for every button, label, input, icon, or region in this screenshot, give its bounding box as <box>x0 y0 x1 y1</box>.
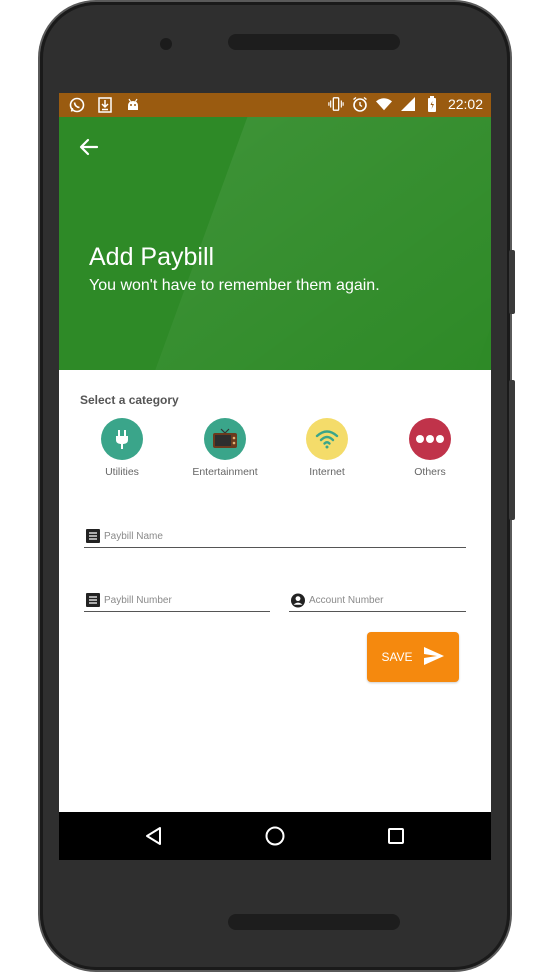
signal-icon <box>400 95 416 113</box>
category-internet[interactable]: Internet <box>282 418 372 478</box>
category-utilities[interactable]: Utilities <box>77 418 167 478</box>
recents-nav-icon[interactable] <box>384 824 408 848</box>
send-icon <box>423 646 445 669</box>
page-title: Add Paybill <box>89 243 215 271</box>
power-button <box>509 250 515 314</box>
back-arrow-icon[interactable] <box>77 135 101 159</box>
category-label: Internet <box>309 466 345 478</box>
paybill-name-input[interactable] <box>104 530 466 542</box>
bottom-speaker <box>228 914 400 930</box>
navigation-bar <box>59 812 491 860</box>
paybill-name-field[interactable] <box>84 525 466 548</box>
status-bar: 22:02 <box>59 93 491 117</box>
list-icon <box>86 593 100 607</box>
wifi-status-icon <box>375 95 392 113</box>
vibrate-icon <box>328 95 344 113</box>
page-subtitle: You won't have to remember them again. <box>89 277 380 294</box>
category-others[interactable]: Others <box>385 418 475 478</box>
status-time: 22:02 <box>447 96 483 112</box>
account-number-input[interactable] <box>309 594 466 606</box>
front-camera <box>160 38 172 50</box>
home-nav-icon[interactable] <box>263 824 287 848</box>
whatsapp-icon <box>69 96 85 114</box>
battery-icon <box>424 95 440 113</box>
top-speaker <box>228 34 400 50</box>
category-label: Others <box>414 466 446 478</box>
header: Add Paybill You won't have to remember t… <box>59 117 491 370</box>
save-button[interactable]: SAVE <box>367 632 459 682</box>
alarm-icon <box>352 95 368 113</box>
wifi-icon <box>306 418 348 460</box>
category-entertainment[interactable]: Entertainment <box>180 418 270 478</box>
paybill-number-field[interactable] <box>84 589 270 612</box>
android-icon <box>125 96 141 114</box>
category-label: Entertainment <box>192 466 258 478</box>
plug-icon <box>101 418 143 460</box>
volume-button <box>509 380 515 520</box>
category-label: Utilities <box>105 466 139 478</box>
list-icon <box>86 529 100 543</box>
app-screen: 22:02 Add Paybill You won't have to reme… <box>59 93 491 860</box>
account-number-field[interactable] <box>289 589 466 612</box>
more-icon <box>409 418 451 460</box>
paybill-number-input[interactable] <box>104 594 270 606</box>
download-icon <box>97 96 113 114</box>
tv-icon <box>204 418 246 460</box>
save-button-label: SAVE <box>381 650 413 664</box>
account-icon <box>291 593 305 607</box>
back-nav-icon[interactable] <box>142 824 166 848</box>
category-section-label: Select a category <box>80 393 179 407</box>
